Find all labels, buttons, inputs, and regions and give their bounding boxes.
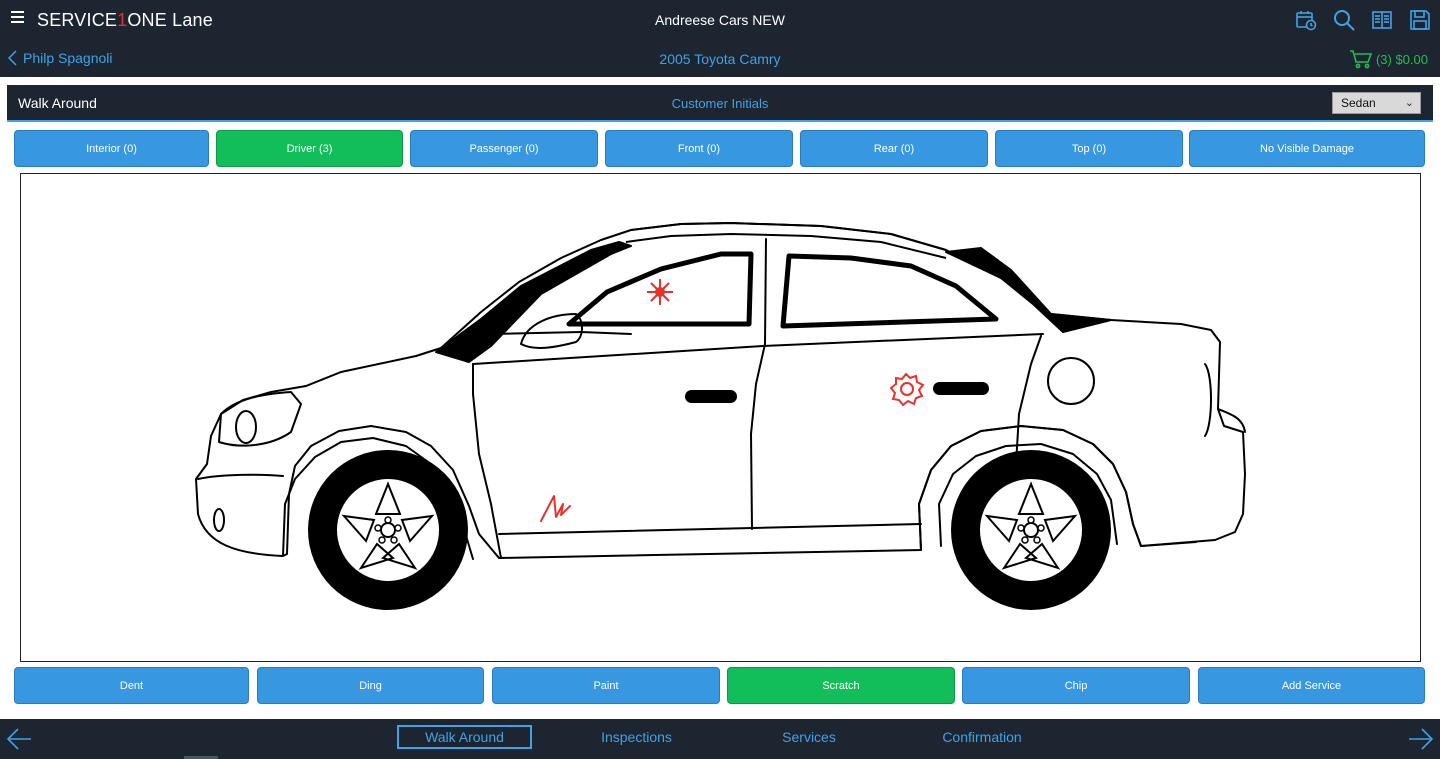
scratch-marker-icon[interactable] xyxy=(540,495,571,522)
ding-marker-icon[interactable] xyxy=(889,372,925,407)
no-visible-damage-label: No Visible Damage xyxy=(1260,142,1354,155)
cart-button[interactable]: (3) $0.00 xyxy=(1349,49,1428,69)
damage-ding-label: Ding xyxy=(359,679,382,692)
top-bar: SERVICE1ONE Lane Andreese Cars NEW xyxy=(0,0,1440,40)
cart-icon xyxy=(1349,50,1373,69)
arrow-right-icon[interactable] xyxy=(1408,727,1434,751)
add-service-button[interactable]: Add Service xyxy=(1198,667,1425,704)
area-front-label: Front (0) xyxy=(677,142,721,155)
step-confirmation[interactable]: Confirmation xyxy=(932,725,1032,749)
damage-dent-label: Dent xyxy=(119,679,144,692)
area-top-button[interactable]: Top (0) xyxy=(995,130,1183,167)
rear-wheel xyxy=(951,450,1111,610)
damage-dent-button[interactable]: Dent xyxy=(14,667,249,704)
arrow-left-icon[interactable] xyxy=(6,727,32,751)
customer-initials-link[interactable]: Customer Initials xyxy=(7,96,1433,111)
front-door-handle xyxy=(685,390,737,403)
area-passenger-button[interactable]: Passenger (0) xyxy=(410,130,598,167)
sub-bar: Philp Spagnoli 2005 Toyota Camry (3) $0.… xyxy=(0,40,1440,77)
chip-marker-icon[interactable] xyxy=(647,279,673,305)
damage-chip-label: Chip xyxy=(1064,679,1088,692)
area-driver-button[interactable]: Driver (3) xyxy=(216,130,403,167)
area-rear-label: Rear (0) xyxy=(873,142,915,155)
step-services[interactable]: Services xyxy=(765,725,853,749)
step-inspections[interactable]: Inspections xyxy=(580,725,693,749)
area-rear-button[interactable]: Rear (0) xyxy=(800,130,988,167)
chevron-down-icon: ⌄ xyxy=(1404,97,1414,109)
area-interior-label: Interior (0) xyxy=(86,142,137,155)
search-icon[interactable] xyxy=(1332,8,1356,32)
area-front-button[interactable]: Front (0) xyxy=(605,130,793,167)
damage-paint-label: Paint xyxy=(593,679,619,692)
rear-door-handle xyxy=(933,382,989,395)
car-diagram[interactable] xyxy=(20,173,1421,662)
car-side-view[interactable] xyxy=(21,174,1420,661)
step-walk-around[interactable]: Walk Around xyxy=(397,725,532,749)
save-icon[interactable] xyxy=(1408,8,1432,32)
add-service-label: Add Service xyxy=(1281,679,1342,692)
body-type-select[interactable]: Sedan ⌄ xyxy=(1332,92,1421,114)
area-top-label: Top (0) xyxy=(1071,142,1107,155)
dealer-name: Andreese Cars NEW xyxy=(655,12,785,28)
damage-ding-button[interactable]: Ding xyxy=(257,667,484,704)
walkaround-header: Walk Around Customer Initials Sedan ⌄ xyxy=(7,85,1433,122)
calendar-icon[interactable] xyxy=(1294,8,1318,32)
footer-nav: Walk Around Inspections Services Confirm… xyxy=(0,719,1440,759)
damage-chip-button[interactable]: Chip xyxy=(962,667,1190,704)
top-icons xyxy=(1294,8,1432,32)
damage-paint-button[interactable]: Paint xyxy=(492,667,720,704)
front-wheel xyxy=(308,450,468,610)
book-icon[interactable] xyxy=(1370,8,1394,32)
area-driver-label: Driver (3) xyxy=(286,142,333,155)
area-passenger-label: Passenger (0) xyxy=(469,142,539,155)
rear-window xyxy=(780,253,999,329)
area-interior-button[interactable]: Interior (0) xyxy=(14,130,209,167)
damage-scratch-label: Scratch xyxy=(822,679,860,692)
cart-summary: (3) $0.00 xyxy=(1375,51,1428,67)
vehicle-title: 2005 Toyota Camry xyxy=(659,51,781,67)
no-visible-damage-button[interactable]: No Visible Damage xyxy=(1189,130,1425,167)
body-type-value: Sedan xyxy=(1341,96,1376,110)
damage-scratch-button[interactable]: Scratch xyxy=(727,667,955,704)
